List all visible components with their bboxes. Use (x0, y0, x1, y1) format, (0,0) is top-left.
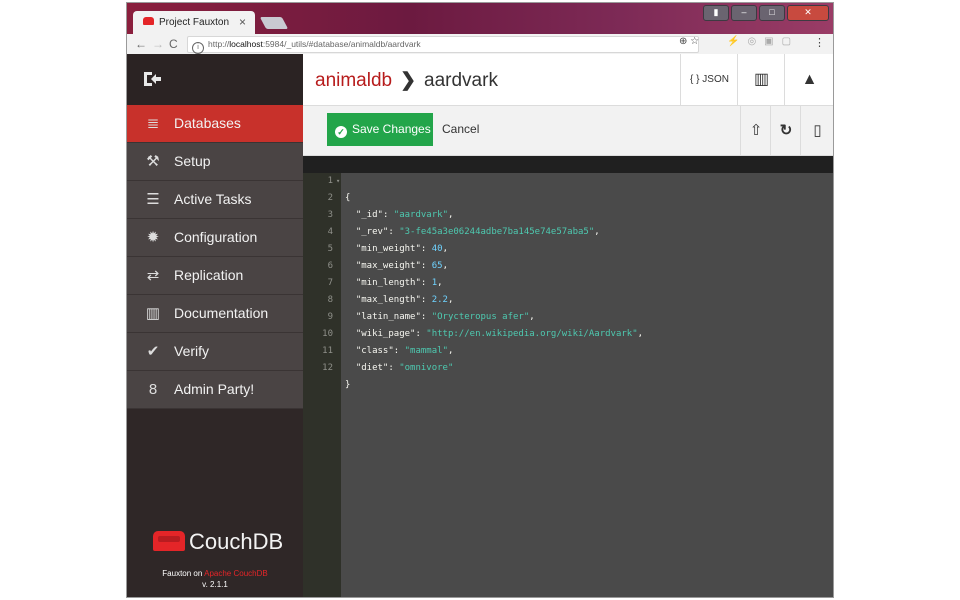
code-text: "diet": "omnivore" (355, 363, 454, 373)
diet-value: omnivore (404, 363, 448, 373)
save-changes-button[interactable]: ✓ Save Changes (327, 113, 433, 146)
sidebar-item-label: Admin Party! (174, 381, 255, 397)
upload-icon[interactable]: ⇧ (740, 106, 771, 155)
tab-close-icon[interactable]: × (239, 15, 246, 29)
back-icon[interactable]: ← (135, 37, 147, 51)
doc-toolbar: ✓ Save Changes Cancel ⇧ ↻ ▯ (303, 106, 833, 156)
apache-couchdb-link[interactable]: Apache CouchDB (204, 569, 268, 578)
code-line: 12 } (303, 343, 833, 390)
page-header: animaldb ❯ aardvark { } JSON ▥ ▲ (303, 54, 833, 106)
json-button[interactable]: { } JSON (680, 54, 738, 105)
sidebar-item-label: Active Tasks (174, 191, 252, 207)
logo-text: CouchDB (189, 529, 284, 554)
code-line: 5 "max_weight": 65, (303, 224, 833, 271)
url-path: :5984/_utils/#database/animaldb/aardvark (262, 39, 421, 49)
code-line: 6 "min_length": 1, (303, 241, 833, 288)
code-line: 11 "diet": "omnivore" (303, 326, 833, 373)
sidebar: ≣ Databases ⚒ Setup ☰ Active Tasks ✹ Con… (127, 54, 303, 597)
sidebar-item-label: Documentation (174, 305, 269, 321)
save-label: Save Changes (352, 122, 431, 136)
breadcrumb: animaldb ❯ aardvark (315, 69, 498, 92)
sidebar-item-documentation[interactable]: ▥ Documentation (127, 295, 303, 333)
code-line: 7 "max_length": 2.2, (303, 258, 833, 305)
minimize-icon[interactable]: – (731, 5, 757, 21)
browser-window: Project Fauxton × ▮ – □ ✕ ← → C i http://… (127, 3, 833, 597)
footer-prefix: Fauxton on (162, 569, 203, 578)
tasks-icon: ☰ (146, 191, 160, 208)
zoom-icon[interactable]: ⊕ ☆ (679, 36, 699, 47)
sidebar-item-replication[interactable]: ⇄ Replication (127, 257, 303, 295)
bookmark-star-icon[interactable]: ☆ (690, 36, 699, 47)
user-icon[interactable]: ▮ (703, 5, 729, 21)
notifications-bell-icon[interactable]: ▲ (784, 54, 833, 105)
sidebar-item-admin-party[interactable]: 8 Admin Party! (127, 371, 303, 409)
sidebar-item-label: Configuration (174, 229, 258, 245)
browser-titlebar: Project Fauxton × ▮ – □ ✕ (127, 3, 833, 34)
code-line: 9 "wiki_page": "http://en.wikipedia.org/… (303, 292, 833, 339)
address-bar: ← → C i http://localhost:5984/_utils/#dat… (127, 34, 833, 55)
sidebar-item-label: Verify (174, 343, 210, 359)
maximize-icon[interactable]: □ (759, 5, 785, 21)
close-window-icon[interactable]: ✕ (787, 5, 829, 21)
sidebar-item-configuration[interactable]: ✹ Configuration (127, 219, 303, 257)
sidebar-item-label: Databases (174, 115, 241, 131)
extension-icons[interactable]: ⚡◎▣▢ (727, 36, 799, 47)
sidebar-brand (127, 54, 303, 105)
database-icon: ≣ (146, 115, 160, 132)
couch-logo-icon (153, 531, 185, 551)
window-controls: ▮ – □ ✕ (703, 5, 829, 21)
forward-icon[interactable]: → (152, 37, 164, 51)
breadcrumb-document: aardvark (424, 70, 498, 91)
main-panel: animaldb ❯ aardvark { } JSON ▥ ▲ ✓ Save Cha… (303, 54, 833, 597)
book-icon: ▥ (145, 305, 161, 322)
line-number: 12 (322, 363, 333, 373)
gear-icon: ✹ (146, 229, 160, 246)
code-line: 2 "_id": "aardvark", (303, 173, 833, 220)
sidebar-item-databases[interactable]: ≣ Databases (127, 105, 303, 143)
breadcrumb-database-link[interactable]: animaldb (315, 70, 392, 91)
code-text: } (345, 380, 351, 390)
reload-icon[interactable]: C (169, 37, 178, 51)
version-text: v. 2.1.1 (202, 580, 228, 589)
wrench-icon: ⚒ (146, 153, 160, 170)
sidebar-item-label: Replication (174, 267, 244, 283)
sidebar-item-verify[interactable]: ✔ Verify (127, 333, 303, 371)
couchdb-logo: CouchDB (153, 529, 283, 555)
sidebar-item-active-tasks[interactable]: ☰ Active Tasks (127, 181, 303, 219)
code-line: 3 "_rev": "3-fe45a3e06244adbe7ba145e74e5… (303, 190, 833, 237)
info-icon[interactable]: i (192, 42, 204, 54)
fauxton-app: ≣ Databases ⚒ Setup ☰ Active Tasks ✹ Con… (127, 54, 833, 597)
sidebar-item-label: Setup (174, 153, 211, 169)
url-input[interactable]: i http://localhost:5984/_utils/#database/… (187, 36, 699, 54)
documentation-book-icon[interactable]: ▥ (737, 54, 785, 105)
code-line: 1 ▾ { (303, 156, 833, 203)
replication-icon: ⇄ (146, 267, 160, 284)
delete-trash-icon[interactable]: ▯ (800, 106, 833, 155)
code-line: 10 "class": "mammal", (303, 309, 833, 356)
browser-menu-icon[interactable]: ⋮ (814, 36, 825, 49)
sidebar-footer: Fauxton on Apache CouchDB v. 2.1.1 (127, 568, 303, 590)
json-editor[interactable]: 1 ▾ { 2 "_id": "aardvark", 3 "_rev": "3-f… (303, 156, 833, 597)
sidebar-item-setup[interactable]: ⚒ Setup (127, 143, 303, 181)
code-line: 8 "latin_name": "Orycteropus afer", (303, 275, 833, 322)
check-circle-icon: ✓ (335, 126, 347, 138)
code-line: 4 "min_weight": 40, (303, 207, 833, 254)
user-icon: 8 (148, 381, 158, 398)
url-prefix: http:// (208, 39, 230, 49)
cancel-button[interactable]: Cancel (442, 122, 479, 136)
tab-title: Project Fauxton (159, 17, 230, 28)
couchdb-favicon-icon (143, 17, 154, 25)
url-host: localhost (229, 39, 263, 49)
clone-refresh-icon[interactable]: ↻ (770, 106, 801, 155)
check-circle-icon: ✔ (146, 343, 160, 360)
collapse-sidebar-icon[interactable] (143, 71, 161, 87)
new-tab-button[interactable] (259, 17, 289, 29)
browser-tab[interactable]: Project Fauxton × (133, 11, 255, 34)
chevron-right-icon: ❯ (400, 70, 417, 91)
